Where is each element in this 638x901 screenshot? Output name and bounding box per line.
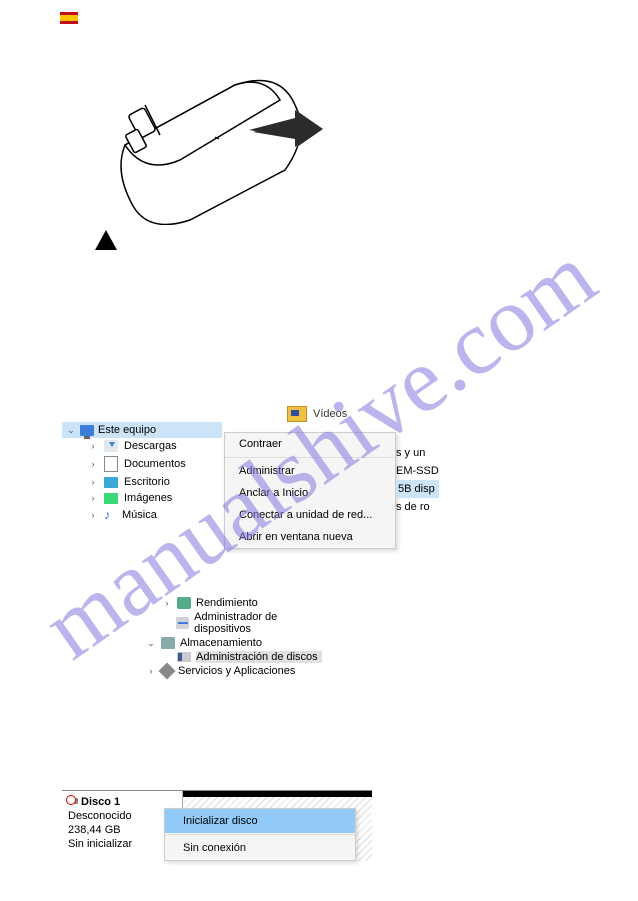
- tree-item-label: Administrador de dispositivos: [194, 611, 326, 635]
- disk-status-unknown: Desconocido: [68, 809, 176, 823]
- tree-item-label: Rendimiento: [196, 597, 258, 609]
- tree-item-label: Documentos: [124, 458, 186, 470]
- performance-icon: [177, 597, 191, 609]
- menu-separator: [225, 457, 395, 458]
- tree-item-label: Descargas: [124, 440, 177, 452]
- glimpse-line: 5B disp: [396, 480, 439, 498]
- tree-item-music[interactable]: › ♪ Música: [62, 506, 222, 524]
- disk-management-icon: [177, 652, 191, 662]
- menu-item-manage[interactable]: Administrar: [225, 460, 395, 482]
- management-tree-screenshot: › Rendimiento Administrador de dispositi…: [126, 596, 326, 678]
- menu-item-offline[interactable]: Sin conexión: [165, 836, 355, 860]
- chevron-down-icon: ⌄: [146, 638, 156, 649]
- chevron-right-icon: ›: [88, 477, 98, 487]
- tree-item-desktop[interactable]: › Escritorio: [62, 474, 222, 490]
- right-pane-glimpse: s y un EM-SSD 5B disp s de ro: [396, 444, 439, 516]
- tree-item-disk-management[interactable]: Administración de discos: [126, 650, 326, 664]
- music-icon: ♪: [104, 508, 116, 522]
- services-icon: [159, 663, 176, 680]
- storage-icon: [161, 637, 175, 649]
- chevron-right-icon: ›: [88, 493, 98, 503]
- menu-separator: [165, 834, 355, 835]
- disk-name: Disco 1: [81, 796, 120, 808]
- explorer-screenshot: Vídeos ⌄ Este equipo › Descargas › Docum…: [62, 406, 452, 536]
- chevron-right-icon: ›: [162, 598, 172, 608]
- tree-item-label: Almacenamiento: [180, 637, 262, 649]
- disk-error-icon: [68, 797, 79, 808]
- menu-item-pin[interactable]: Anclar a Inicio: [225, 482, 395, 504]
- menu-item-collapse[interactable]: Contraer: [225, 433, 395, 455]
- tree-root-label: Este equipo: [98, 424, 156, 436]
- tree-item-label: Administración de discos: [196, 651, 322, 663]
- documents-icon: [104, 456, 118, 472]
- desktop-icon: [104, 477, 118, 488]
- tree-item-performance[interactable]: › Rendimiento: [126, 596, 326, 610]
- tree-item-label: Servicios y Aplicaciones: [178, 665, 295, 677]
- disk-management-screenshot: Disco 1 Desconocido 238,44 GB Sin inicia…: [62, 790, 372, 861]
- videos-label: Vídeos: [313, 408, 347, 420]
- device-manager-icon: [176, 617, 189, 629]
- chevron-right-icon: ›: [88, 459, 98, 469]
- glimpse-line: s y un: [396, 444, 439, 462]
- context-menu: Contraer Administrar Anclar a Inicio Con…: [224, 432, 396, 549]
- tree-item-services[interactable]: › Servicios y Aplicaciones: [126, 664, 326, 678]
- tree-item-downloads[interactable]: › Descargas: [62, 438, 222, 454]
- videos-folder-icon: [287, 406, 307, 422]
- chevron-right-icon: ›: [88, 510, 98, 520]
- menu-item-netdrive[interactable]: Conectar a unidad de red...: [225, 504, 395, 526]
- warning-triangle-icon: [95, 230, 117, 253]
- spanish-flag-icon: [60, 12, 78, 24]
- disk-status-uninitialized: Sin inicializar: [68, 837, 176, 851]
- menu-item-newwindow[interactable]: Abrir en ventana nueva: [225, 526, 395, 548]
- downloads-icon: [104, 440, 118, 452]
- chevron-right-icon: ›: [146, 666, 156, 676]
- disk-size: 238,44 GB: [68, 823, 176, 837]
- tree-item-label: Imágenes: [124, 492, 172, 504]
- tree-item-label: Música: [122, 509, 157, 521]
- navigation-tree: ⌄ Este equipo › Descargas › Documentos ›…: [62, 422, 222, 524]
- menu-item-initialize-disk[interactable]: Inicializar disco: [165, 809, 355, 833]
- tree-item-device-manager[interactable]: Administrador de dispositivos: [126, 610, 326, 636]
- tree-item-images[interactable]: › Imágenes: [62, 490, 222, 506]
- tree-item-label: Escritorio: [124, 476, 170, 488]
- glimpse-line: EM-SSD: [396, 462, 439, 480]
- tree-root-this-pc[interactable]: ⌄ Este equipo: [62, 422, 222, 438]
- glimpse-line: s de ro: [396, 498, 439, 516]
- disk-context-menu: Inicializar disco Sin conexión: [164, 808, 356, 861]
- tree-item-storage[interactable]: ⌄ Almacenamiento: [126, 636, 326, 650]
- device-illustration: [95, 75, 325, 225]
- tree-item-documents[interactable]: › Documentos: [62, 454, 222, 474]
- chevron-right-icon: ›: [88, 441, 98, 451]
- images-icon: [104, 493, 118, 504]
- pc-icon: [80, 425, 94, 436]
- chevron-down-icon: ⌄: [66, 425, 76, 436]
